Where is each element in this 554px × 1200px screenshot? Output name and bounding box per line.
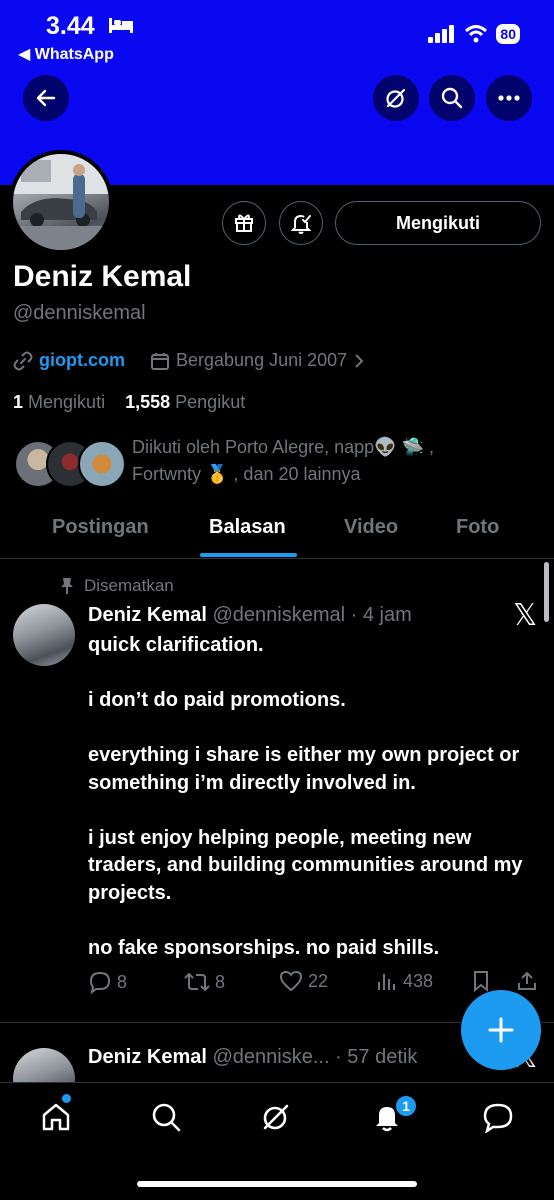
pin-icon [61, 578, 73, 594]
website-link[interactable]: giopt.com [39, 350, 125, 371]
more-icon [498, 95, 520, 101]
status-indicators: 80 [428, 24, 520, 44]
bookmark-icon [474, 971, 488, 992]
post-avatar[interactable] [13, 604, 75, 666]
post-text: quick clarification. i don’t do paid pro… [88, 634, 523, 959]
car-photo [13, 154, 109, 250]
views-icon [378, 974, 395, 990]
repost-icon [184, 972, 210, 992]
signal-icon [428, 25, 455, 43]
arrow-left-icon [36, 89, 56, 107]
followed-by-text[interactable]: Diikuti oleh Porto Alegre, napp👽 🛸 , For… [132, 434, 492, 488]
like-count: 22 [308, 970, 329, 991]
x-logo-icon: 𝕏 [513, 598, 538, 633]
chevron-right-icon [355, 353, 364, 368]
compose-button[interactable] [461, 990, 541, 1070]
back-button[interactable] [23, 75, 69, 121]
repost-action[interactable]: 8 [184, 970, 225, 994]
post-meta: @denniskemal · 4 jam [212, 604, 412, 626]
gift-icon [235, 214, 253, 232]
nav-search[interactable] [146, 1097, 186, 1137]
profile-avatar[interactable] [9, 150, 113, 254]
more-button[interactable] [486, 75, 532, 121]
followers-stat[interactable]: 1,558 Pengikut [125, 392, 245, 412]
link-icon [13, 351, 33, 370]
post-author[interactable]: Deniz Kemal [88, 1046, 207, 1068]
like-action[interactable]: 22 [279, 970, 328, 992]
grok-button[interactable] [373, 75, 419, 121]
battery-indicator: 80 [496, 24, 520, 44]
profile-handle: @denniskemal [13, 302, 146, 324]
website-row[interactable]: giopt.com [13, 350, 125, 371]
search-button[interactable] [429, 75, 475, 121]
home-unread-dot [62, 1094, 71, 1103]
post-header: Deniz Kemal @denniskemal · 4 jam [88, 604, 412, 627]
mutual-followers-avatars[interactable] [14, 440, 126, 488]
active-tab-indicator [200, 553, 297, 557]
reply-action[interactable]: 8 [88, 970, 127, 994]
reply-count: 8 [117, 971, 128, 992]
tab-video[interactable]: Video [344, 516, 398, 539]
notification-badge: 1 [394, 1094, 418, 1118]
calendar-icon [151, 352, 169, 370]
scrollbar[interactable] [544, 562, 549, 622]
view-count: 438 [403, 970, 434, 991]
plus-icon [488, 1017, 514, 1043]
home-indicator[interactable] [137, 1181, 417, 1187]
pinned-label: Disematkan [60, 576, 174, 596]
tab-postingan[interactable]: Postingan [52, 516, 149, 539]
repost-count: 8 [215, 971, 226, 992]
joined-date: Bergabung Juni 2007 [176, 350, 348, 370]
share-icon [518, 971, 536, 990]
tab-balasan[interactable]: Balasan [209, 516, 286, 539]
heart-icon [279, 970, 303, 992]
reply-icon [89, 971, 111, 994]
search-icon [152, 1103, 181, 1132]
tabs-divider [0, 558, 554, 559]
joined-row[interactable]: Bergabung Juni 2007 [150, 350, 365, 371]
following-stat[interactable]: 1 Mengikuti [13, 392, 105, 412]
back-to-app-link[interactable]: ◀ WhatsApp [18, 44, 114, 64]
wifi-icon [465, 25, 488, 43]
home-icon [42, 1103, 70, 1131]
nav-home[interactable] [36, 1097, 76, 1137]
nav-messages[interactable] [478, 1097, 518, 1137]
notifications-toggle-button[interactable] [279, 201, 323, 245]
following-button[interactable]: Mengikuti [335, 201, 541, 245]
nav-grok[interactable] [256, 1097, 296, 1137]
gift-button[interactable] [222, 201, 266, 245]
post-author[interactable]: Deniz Kemal [88, 604, 207, 626]
post-actions: 8 8 22 438 [88, 970, 544, 1000]
tab-foto[interactable]: Foto [456, 516, 499, 539]
status-time: 3.44 [46, 12, 95, 40]
profile-name: Deniz Kemal [13, 260, 192, 293]
mutual-avatar [78, 440, 126, 488]
views-action[interactable]: 438 [376, 970, 433, 992]
bed-icon [109, 18, 133, 33]
post-header: Deniz Kemal @denniske... · 57 detik [88, 1046, 417, 1069]
grok-icon [263, 1104, 289, 1130]
grok-icon [386, 88, 406, 108]
post-meta: @denniske... · 57 detik [212, 1046, 418, 1068]
search-icon [441, 87, 463, 109]
bell-check-icon [290, 214, 312, 234]
chat-icon [483, 1103, 513, 1133]
bookmark-action[interactable] [472, 970, 490, 992]
follow-stats: 1 Mengikuti 1,558 Pengikut [13, 392, 245, 413]
share-action[interactable] [516, 970, 538, 992]
